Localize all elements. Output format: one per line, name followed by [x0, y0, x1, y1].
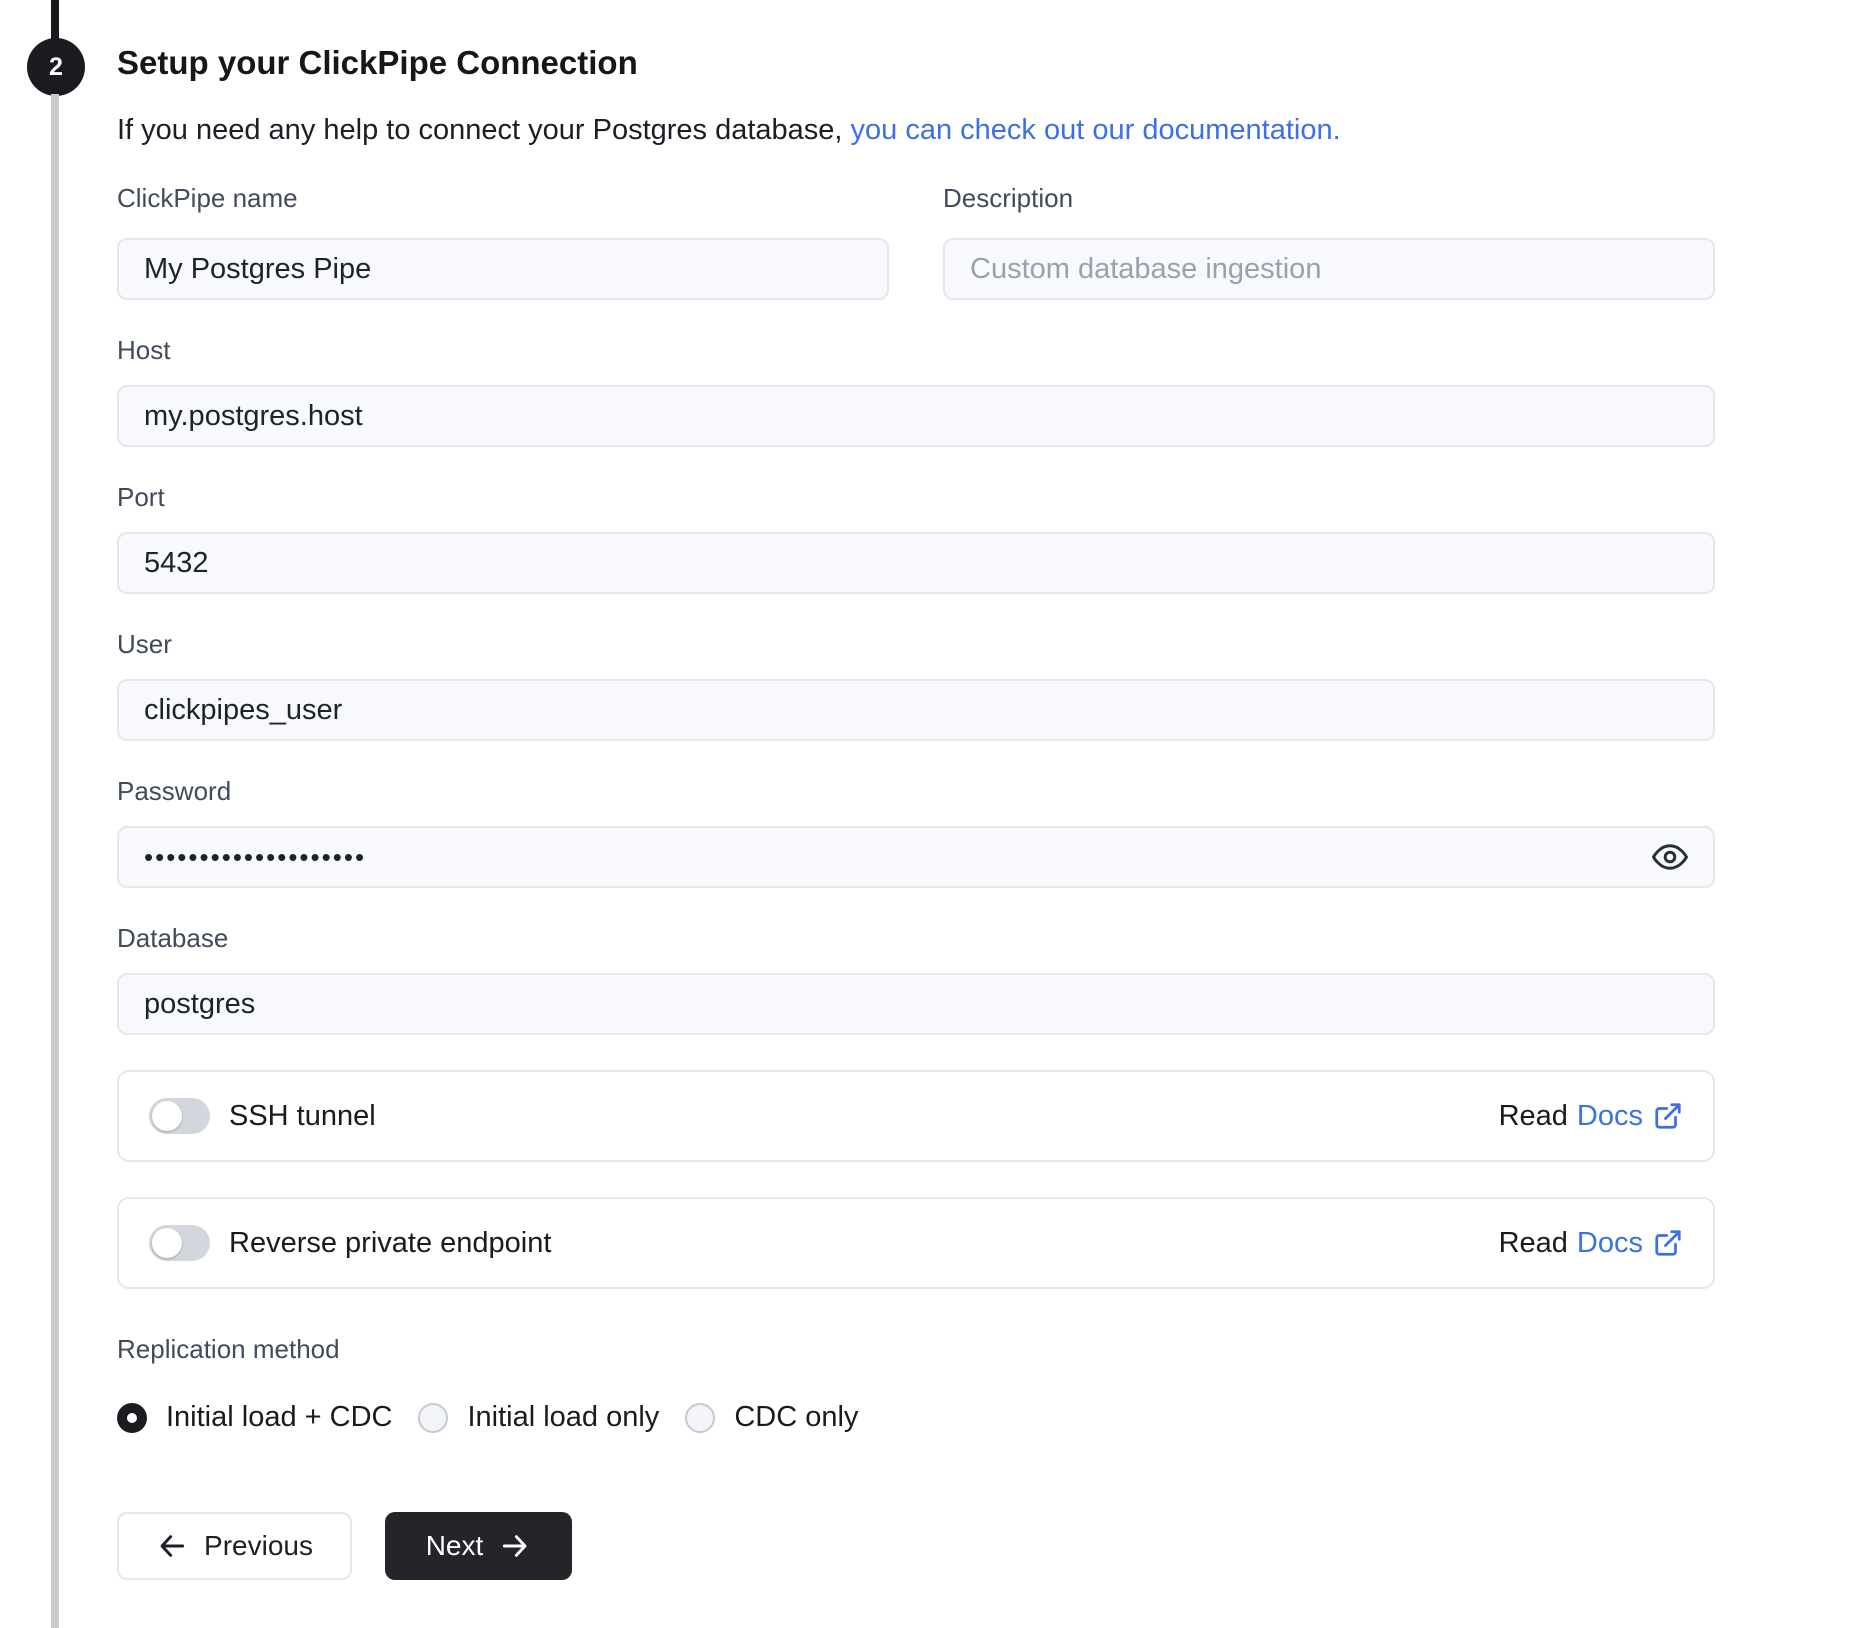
host-group: Host [117, 337, 1715, 447]
clickpipe-setup-screen: 2 Setup your ClickPipe Connection If you… [0, 0, 1862, 1628]
step-rail-bottom-segment [51, 94, 59, 1628]
host-label: Host [117, 335, 171, 365]
form-actions: Previous Next [117, 1512, 1715, 1580]
database-label: Database [117, 923, 229, 953]
radio-unselected-icon [418, 1402, 449, 1433]
docs-link-text: Docs [1576, 1226, 1643, 1259]
toggle-knob [152, 1101, 182, 1131]
radio-label: Initial load + CDC [166, 1401, 393, 1433]
port-label: Port [117, 482, 165, 512]
radio-initial-load-only[interactable]: Initial load only [418, 1401, 659, 1434]
reverse-private-endpoint-toggle[interactable] [149, 1225, 210, 1261]
port-input[interactable] [117, 532, 1715, 594]
password-field-wrapper [117, 826, 1715, 888]
user-label: User [117, 629, 172, 659]
radio-initial-load-cdc[interactable]: Initial load + CDC [117, 1401, 392, 1434]
previous-button-label: Previous [204, 1530, 313, 1561]
password-input[interactable] [117, 826, 1715, 888]
replication-method-label: Replication method [117, 1334, 340, 1364]
clickpipe-name-input[interactable] [117, 238, 889, 300]
ssh-read-docs: Read Docs [1499, 1100, 1683, 1133]
arrow-right-icon [499, 1530, 531, 1562]
host-input[interactable] [117, 385, 1715, 447]
next-button-label: Next [425, 1530, 484, 1561]
ssh-tunnel-label: SSH tunnel [229, 1099, 376, 1132]
next-button[interactable]: Next [385, 1512, 572, 1580]
password-label: Password [117, 776, 232, 806]
eye-icon [1652, 839, 1688, 875]
documentation-link[interactable]: you can check out our documentation. [851, 114, 1341, 146]
external-link-icon [1653, 1101, 1683, 1131]
read-text: Read [1498, 1099, 1568, 1132]
database-group: Database [117, 925, 1715, 1035]
password-group: Password [117, 778, 1715, 888]
ssh-tunnel-toggle[interactable] [149, 1098, 210, 1134]
ssh-docs-link[interactable]: Docs [1577, 1100, 1683, 1133]
reverse-private-endpoint-label: Reverse private endpoint [229, 1226, 552, 1259]
page-title: Setup your ClickPipe Connection [117, 44, 638, 81]
radio-label: Initial load only [467, 1401, 660, 1433]
previous-button[interactable]: Previous [117, 1512, 352, 1580]
user-input[interactable] [117, 679, 1715, 741]
replication-method-options: Initial load + CDC Initial load only CDC… [117, 1401, 1715, 1434]
toggle-knob [152, 1228, 182, 1258]
external-link-icon [1653, 1228, 1683, 1258]
setup-form: Setup your ClickPipe Connection If you n… [117, 0, 1715, 1580]
clickpipe-name-group: ClickPipe name [117, 185, 889, 300]
help-text-plain: If you need any help to connect your Pos… [117, 114, 851, 146]
step-number-badge: 2 [27, 38, 85, 96]
port-group: Port [117, 484, 1715, 594]
description-input[interactable] [943, 238, 1715, 300]
reveal-password-button[interactable] [1651, 838, 1689, 876]
rpe-docs-link[interactable]: Docs [1577, 1227, 1683, 1260]
docs-link-text: Docs [1576, 1099, 1643, 1132]
ssh-tunnel-row: SSH tunnel Read Docs [117, 1070, 1715, 1162]
database-input[interactable] [117, 973, 1715, 1035]
user-group: User [117, 631, 1715, 741]
reverse-private-endpoint-row: Reverse private endpoint Read Docs [117, 1197, 1715, 1289]
clickpipe-name-label: ClickPipe name [117, 183, 298, 213]
radio-selected-icon [117, 1402, 147, 1433]
description-group: Description [943, 185, 1715, 300]
read-text: Read [1498, 1226, 1568, 1259]
description-label: Description [943, 183, 1074, 213]
radio-label: CDC only [734, 1401, 859, 1433]
rpe-read-docs: Read Docs [1499, 1227, 1683, 1260]
help-text: If you need any help to connect your Pos… [117, 112, 1715, 148]
radio-unselected-icon [685, 1402, 716, 1433]
arrow-left-icon [156, 1530, 188, 1562]
name-description-row: ClickPipe name Description [117, 185, 1715, 300]
radio-cdc-only[interactable]: CDC only [685, 1401, 858, 1434]
